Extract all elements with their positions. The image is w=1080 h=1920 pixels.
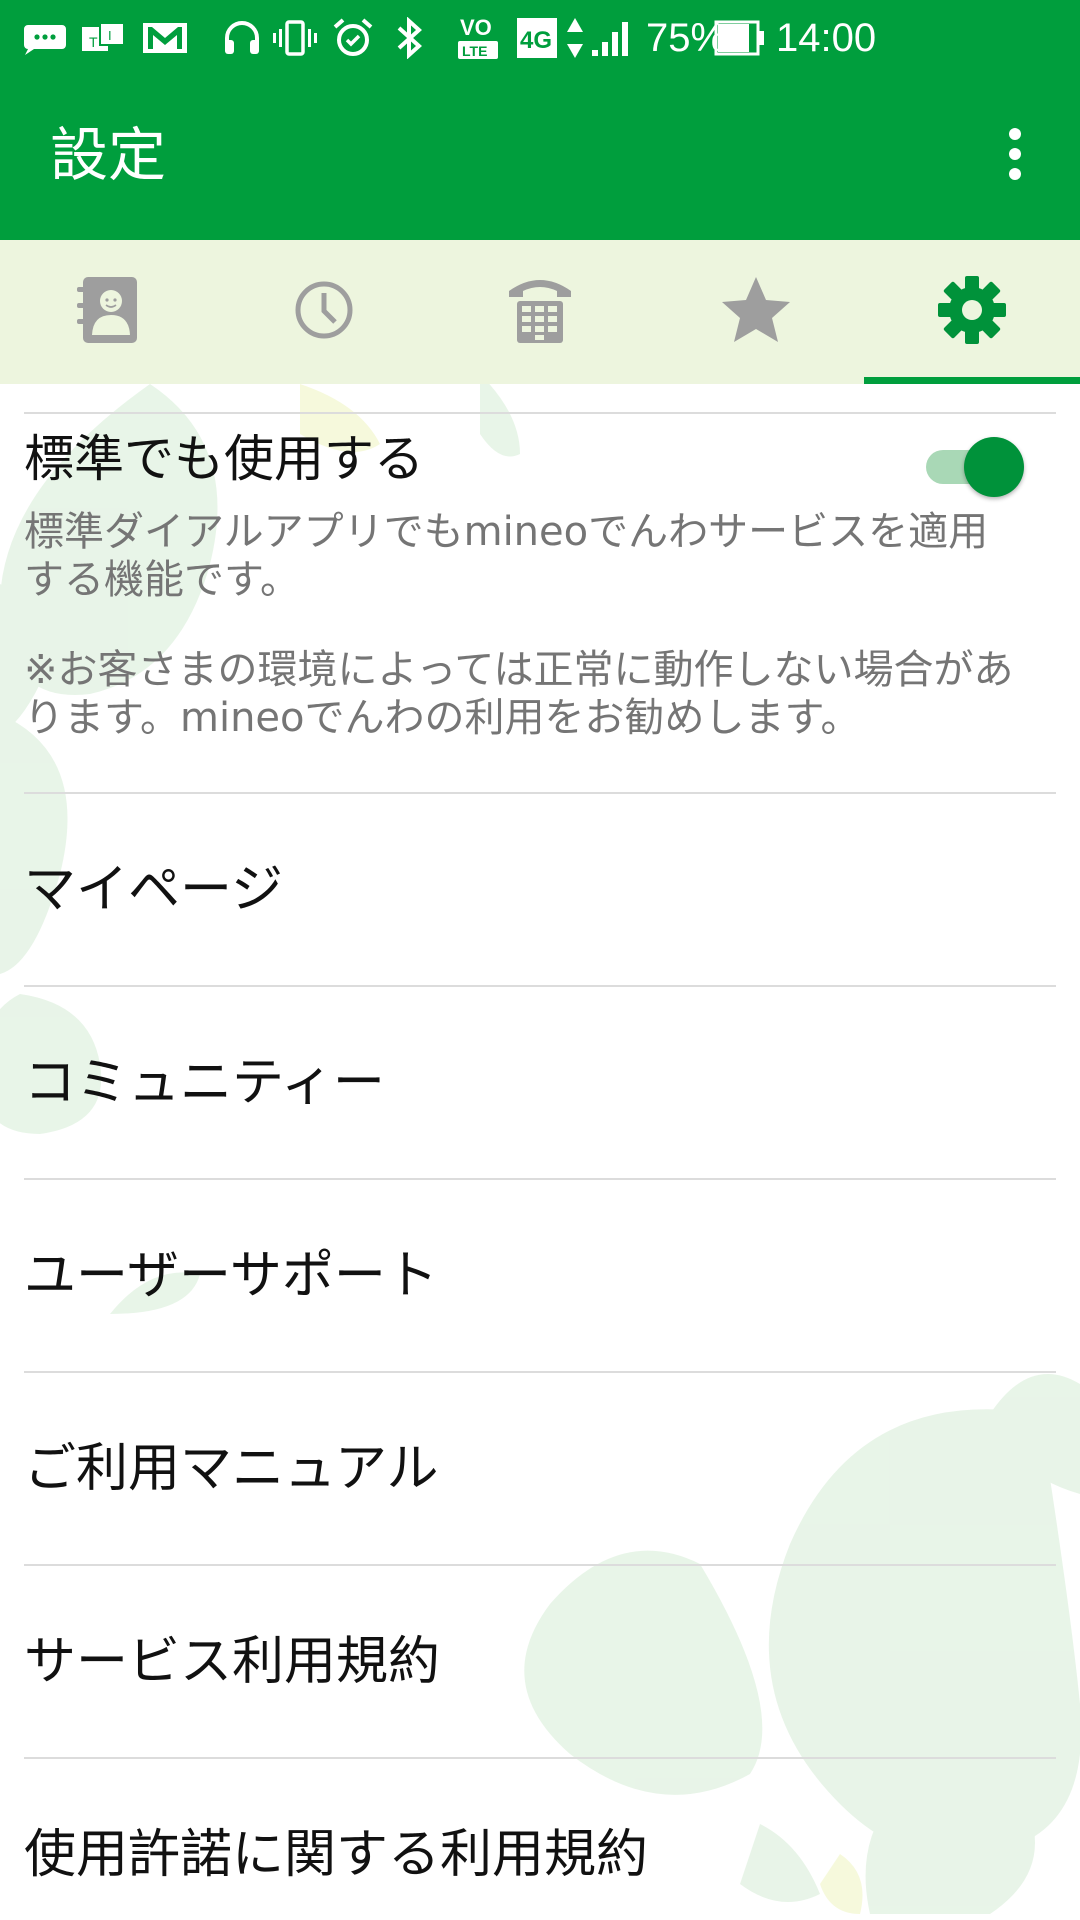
gear-icon bbox=[936, 274, 1008, 350]
data-arrows-icon bbox=[564, 10, 586, 66]
note-line: ります。mineoでんわの利用をお勧めします。 bbox=[24, 695, 861, 741]
menu-item-label: マイページ bbox=[24, 860, 283, 920]
summary-line: 標準ダイアルアプリでもmineoでんわサービスを適用 bbox=[24, 509, 989, 555]
toggle-thumb bbox=[964, 437, 1024, 497]
tab-bar bbox=[0, 240, 1080, 384]
menu-item-community[interactable]: コミュニティー bbox=[0, 987, 1080, 1177]
headphones-icon bbox=[222, 10, 262, 66]
menu-item-terms-of-service[interactable]: サービス利用規約 bbox=[0, 1566, 1080, 1756]
status-bar: TI VO LTE 4G 75% 14:00 bbox=[0, 0, 1080, 75]
app-bar: 設定 bbox=[0, 75, 1080, 240]
tab-favorites[interactable] bbox=[648, 240, 864, 384]
volte-icon: VO LTE bbox=[456, 10, 500, 66]
menu-item-license-terms[interactable]: 使用許諾に関する利用規約 bbox=[0, 1759, 1080, 1920]
4g-icon: 4G bbox=[516, 10, 558, 66]
message-icon bbox=[22, 10, 68, 66]
contacts-icon bbox=[75, 275, 141, 349]
star-icon bbox=[720, 275, 792, 349]
ime-icon: TI bbox=[80, 10, 126, 66]
default-dialer-toggle[interactable] bbox=[922, 434, 1024, 498]
page-title: 設定 bbox=[50, 121, 167, 189]
menu-item-mypage[interactable]: マイページ bbox=[0, 794, 1080, 984]
svg-text:VO: VO bbox=[460, 15, 492, 40]
history-icon bbox=[293, 279, 355, 345]
vibrate-icon bbox=[272, 10, 318, 66]
battery-icon bbox=[714, 10, 766, 66]
signal-icon bbox=[590, 10, 634, 66]
menu-item-user-support[interactable]: ユーザーサポート bbox=[0, 1180, 1080, 1370]
default-dialer-note: ※お客さまの環境によっては正常に動作しない場合があ ります。mineoでんわの利… bbox=[24, 646, 1054, 742]
tab-contacts[interactable] bbox=[0, 240, 216, 384]
note-line: ※お客さまの環境によっては正常に動作しない場合があ bbox=[24, 647, 1014, 693]
more-vert-icon bbox=[1005, 124, 1025, 188]
clock: 14:00 bbox=[776, 16, 877, 60]
menu-item-label: サービス利用規約 bbox=[24, 1632, 441, 1692]
menu-item-label: ユーザーサポート bbox=[24, 1246, 438, 1306]
bluetooth-icon bbox=[392, 10, 426, 66]
menu-item-manual[interactable]: ご利用マニュアル bbox=[0, 1373, 1080, 1563]
svg-text:LTE: LTE bbox=[462, 43, 487, 59]
tab-active-indicator bbox=[864, 377, 1080, 384]
settings-list[interactable]: 標準でも使用する 標準ダイアルアプリでもmineoでんわサービスを適用 する機能… bbox=[0, 384, 1080, 1920]
svg-text:I: I bbox=[108, 28, 112, 43]
default-dialer-title: 標準でも使用する bbox=[24, 430, 424, 488]
default-dialer-summary: 標準ダイアルアプリでもmineoでんわサービスを適用 する機能です。 bbox=[24, 508, 1054, 604]
menu-item-label: ご利用マニュアル bbox=[24, 1439, 439, 1499]
menu-item-label: 使用許諾に関する利用規約 bbox=[24, 1825, 649, 1885]
tab-settings[interactable] bbox=[864, 240, 1080, 384]
dialpad-icon bbox=[507, 275, 573, 349]
tab-history[interactable] bbox=[216, 240, 432, 384]
alarm-icon bbox=[332, 10, 374, 66]
default-dialer-setting[interactable]: 標準でも使用する 標準ダイアルアプリでもmineoでんわサービスを適用 する機能… bbox=[0, 414, 1080, 741]
tab-dialpad[interactable] bbox=[432, 240, 648, 384]
menu-item-label: コミュニティー bbox=[24, 1053, 385, 1113]
summary-line: する機能です。 bbox=[24, 557, 300, 603]
gmail-icon bbox=[140, 10, 190, 66]
overflow-menu-button[interactable] bbox=[985, 123, 1045, 189]
svg-text:4G: 4G bbox=[520, 27, 552, 54]
svg-text:T: T bbox=[89, 34, 98, 50]
